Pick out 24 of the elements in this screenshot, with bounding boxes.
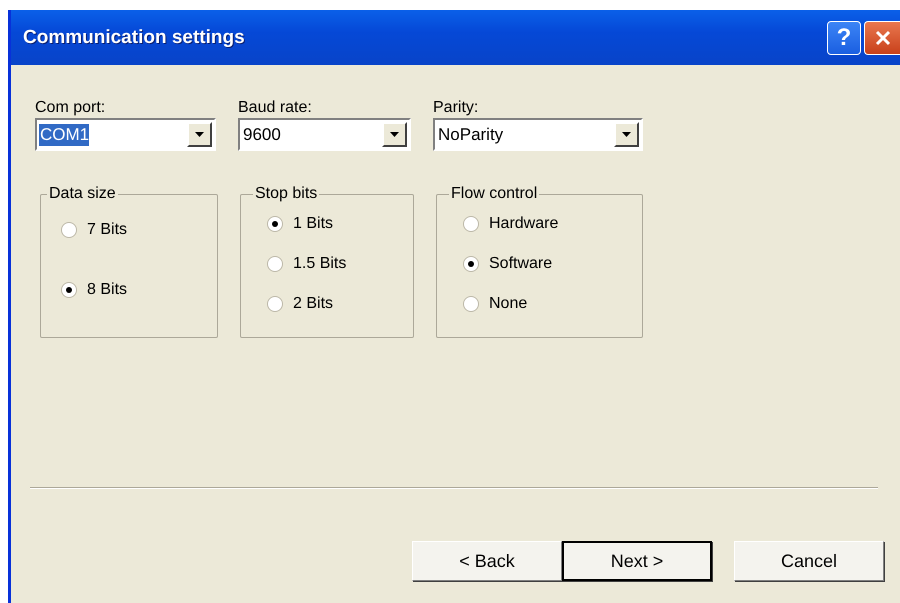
dropdown[interactable]: COM1	[35, 118, 216, 151]
radio-option[interactable]: 1.5 Bits	[267, 251, 413, 277]
radio-option[interactable]: 7 Bits	[61, 217, 217, 243]
dropdown[interactable]: NoParity	[433, 118, 643, 151]
radio-option[interactable]: None	[463, 291, 642, 317]
dropdown[interactable]: 9600	[238, 118, 411, 151]
radio-option[interactable]: 8 Bits	[61, 277, 217, 303]
group-title: Data size	[48, 185, 117, 203]
close-icon	[874, 28, 892, 46]
radio-option[interactable]: 1 Bits	[267, 211, 413, 237]
group-title: Stop bits	[254, 185, 318, 203]
group-title: Flow control	[450, 185, 538, 203]
dialog-button[interactable]: Cancel	[734, 541, 884, 581]
help-button[interactable]: ?	[827, 20, 861, 54]
window-title: Communication settings	[23, 26, 246, 48]
field-label: Baud rate:	[238, 98, 313, 118]
dialog-button[interactable]: < Back	[412, 541, 562, 581]
dialog-button[interactable]: Next >	[562, 541, 712, 581]
close-button[interactable]	[864, 20, 900, 54]
field-label: Parity:	[433, 98, 480, 118]
radio-option[interactable]: Hardware	[463, 211, 642, 237]
field-label: Com port:	[35, 98, 106, 118]
radio-option[interactable]: 2 Bits	[267, 291, 413, 317]
radio-option[interactable]: Software	[463, 251, 642, 277]
